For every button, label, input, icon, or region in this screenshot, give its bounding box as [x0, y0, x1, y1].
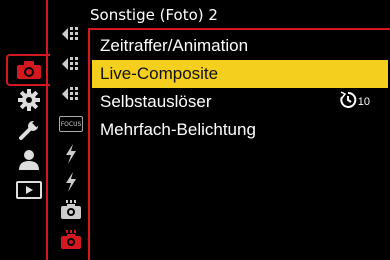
wrench-icon — [19, 119, 40, 140]
self-timer-icon — [340, 91, 357, 108]
frame-line-top — [90, 28, 390, 30]
camera-menu-screen: FOCUS Sonstige (Foto) 2 Zeitraffer/Anima… — [0, 0, 390, 260]
sub-tab-flash1[interactable] — [56, 142, 86, 166]
sub-tab-focus[interactable]: FOCUS — [56, 112, 86, 136]
frame-line-sub — [88, 28, 90, 260]
category-settings[interactable] — [12, 88, 46, 112]
menu-item-label: Live-Composite — [100, 64, 219, 83]
sub-tab-photo-other1[interactable] — [56, 198, 86, 222]
self-timer-seconds: 10 — [357, 96, 370, 108]
sub-tab-flash2[interactable] — [56, 170, 86, 194]
playback-icon — [16, 181, 42, 199]
category-setup[interactable] — [12, 118, 46, 142]
menu-item-live-composite[interactable]: Live-Composite — [92, 60, 388, 88]
category-bar — [0, 0, 50, 260]
category-photo[interactable] — [6, 54, 50, 86]
focus-icon-label: FOCUS — [60, 120, 82, 128]
self-timer-value: 10 — [339, 90, 370, 108]
menu-item-zeitraffer[interactable]: Zeitraffer/Animation — [92, 32, 388, 60]
sub-tab-af1[interactable] — [56, 22, 86, 46]
sub-tab-af3[interactable] — [56, 82, 86, 106]
menu-item-selbstausloeser[interactable]: Selbstauslöser 10 — [92, 88, 388, 116]
sub-tab-af2[interactable] — [56, 52, 86, 76]
category-playback[interactable] — [12, 178, 46, 202]
af-focus-icon — [62, 57, 78, 70]
menu-list: Zeitraffer/Animation Live-Composite Selb… — [92, 32, 388, 144]
sub-tab-photo-other2[interactable] — [56, 228, 86, 252]
flash-icon — [66, 172, 76, 192]
menu-item-label: Selbstauslöser — [100, 92, 212, 111]
photo-other-icon — [61, 200, 81, 219]
af-focus-icon — [62, 27, 78, 40]
gear-icon — [18, 89, 40, 111]
af-focus-icon — [62, 87, 78, 100]
menu-item-label: Zeitraffer/Animation — [100, 36, 249, 55]
sub-tab-bar: FOCUS — [52, 0, 88, 260]
focus-icon: FOCUS — [59, 116, 83, 132]
category-my-menu[interactable] — [12, 148, 46, 172]
menu-item-mehrfach[interactable]: Mehrfach-Belichtung — [92, 116, 388, 144]
menu-item-label: Mehrfach-Belichtung — [100, 120, 256, 139]
photo-other-active-icon — [61, 230, 81, 249]
flash-icon — [66, 144, 76, 164]
person-icon — [19, 150, 39, 170]
camera-icon — [17, 61, 41, 79]
frame-line-left — [46, 0, 48, 260]
page-title: Sonstige (Foto) 2 — [90, 6, 218, 24]
